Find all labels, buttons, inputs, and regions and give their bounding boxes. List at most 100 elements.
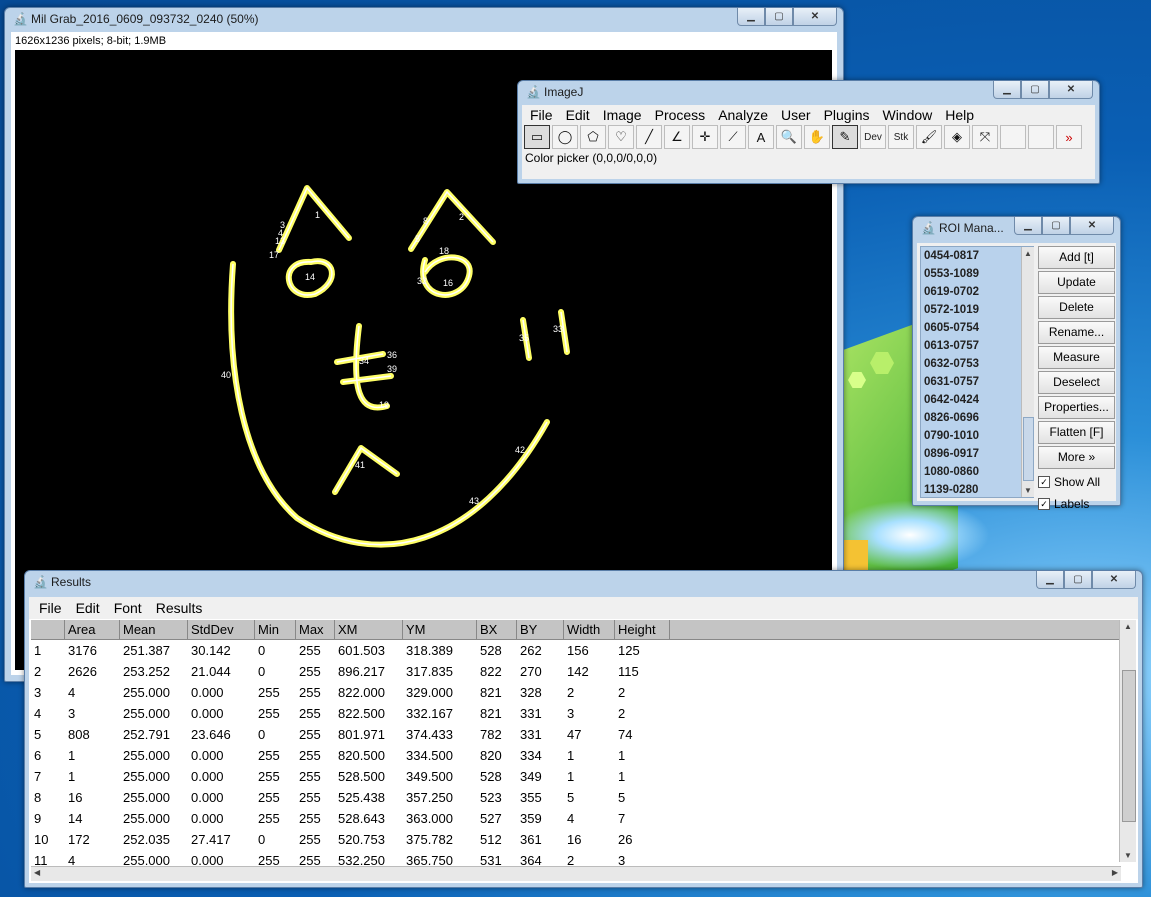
flood-fill-tool-icon[interactable]: ◈	[944, 125, 970, 149]
minimize-button[interactable]: ▁	[993, 81, 1021, 99]
table-row[interactable]: 7 1 255.000 0.000 255 255 528.500 349.500 528 349…	[31, 766, 1121, 787]
column-header[interactable]: XM	[335, 620, 403, 639]
labels-checkbox[interactable]: ✓ Labels	[1038, 493, 1115, 515]
line-tool-icon[interactable]: ╱	[636, 125, 662, 149]
table-row[interactable]: 8 16 255.000 0.000 255 255 525.438 357.250 523 35…	[31, 787, 1121, 808]
results-menu-file[interactable]: File	[39, 600, 62, 616]
flatten-button[interactable]: Flatten [F]	[1038, 421, 1115, 444]
table-row[interactable]: 6 1 255.000 0.000 255 255 820.500 334.500 820 334…	[31, 745, 1121, 766]
roi-list-item[interactable]: 0619-0702	[921, 283, 1033, 301]
more-tools-icon[interactable]: »	[1056, 125, 1082, 149]
roi-list-item[interactable]: 1080-0860	[921, 463, 1033, 481]
roi-manager-window[interactable]: 🔬 ROI Mana... ▁ ▢ ✕ 0454-0817 0553-1089 …	[912, 216, 1121, 511]
table-row[interactable]: 1 3176 251.387 30.142 0 255 601.503 318.389 528 2…	[31, 640, 1121, 661]
deselect-button[interactable]: Deselect	[1038, 371, 1115, 394]
column-header[interactable]: Width	[564, 620, 615, 639]
scroll-left-icon[interactable]: ◀	[34, 868, 40, 877]
magnifier-tool-icon[interactable]: 🔍	[776, 125, 802, 149]
freehand-tool-icon[interactable]: ♡	[608, 125, 634, 149]
menu-window[interactable]: Window	[882, 107, 932, 123]
point-tool-icon[interactable]: ✛	[692, 125, 718, 149]
show-all-checkbox[interactable]: ✓ Show All	[1038, 471, 1115, 493]
roi-list-item[interactable]: 0896-0917	[921, 445, 1033, 463]
column-header[interactable]: YM	[403, 620, 477, 639]
menu-help[interactable]: Help	[945, 107, 974, 123]
table-row[interactable]: 10 172 252.035 27.417 0 255 520.753 375.782 512 3…	[31, 829, 1121, 850]
maximize-button[interactable]: ▢	[1064, 571, 1092, 589]
menu-file[interactable]: File	[530, 107, 553, 123]
table-row[interactable]: 4 3 255.000 0.000 255 255 822.500 332.167 821 331…	[31, 703, 1121, 724]
column-header[interactable]: Max	[296, 620, 335, 639]
properties-button[interactable]: Properties...	[1038, 396, 1115, 419]
roi-list-item[interactable]: 0553-1089	[921, 265, 1033, 283]
menu-plugins[interactable]: Plugins	[824, 107, 870, 123]
roi-list-item[interactable]: 0605-0754	[921, 319, 1033, 337]
results-window[interactable]: 🔬 Results ▁ ▢ ✕ File Edit Font Results A…	[24, 570, 1143, 888]
menu-user[interactable]: User	[781, 107, 811, 123]
minimize-button[interactable]: ▁	[1036, 571, 1064, 589]
pipette-tool-icon[interactable]: ⤧	[972, 125, 998, 149]
checkmark-icon[interactable]: ✓	[1038, 498, 1050, 510]
close-button[interactable]: ✕	[793, 8, 837, 26]
results-menu-results[interactable]: Results	[156, 600, 203, 616]
close-button[interactable]: ✕	[1049, 81, 1093, 99]
roi-list[interactable]: 0454-0817 0553-1089 0619-0702 0572-1019 …	[920, 246, 1034, 498]
color-picker-tool-icon[interactable]: ✎	[832, 125, 858, 149]
column-header[interactable]: Height	[615, 620, 670, 639]
checkmark-icon[interactable]: ✓	[1038, 476, 1050, 488]
roi-list-item[interactable]: 0826-0696	[921, 409, 1033, 427]
table-row[interactable]: 5 808 252.791 23.646 0 255 801.971 374.433 782 33…	[31, 724, 1121, 745]
maximize-button[interactable]: ▢	[1042, 217, 1070, 235]
roi-list-item[interactable]: 0631-0757	[921, 373, 1033, 391]
measure-button[interactable]: Measure	[1038, 346, 1115, 369]
table-row[interactable]: 2 2626 253.252 21.044 0 255 896.217 317.835 822 2…	[31, 661, 1121, 682]
text-tool-icon[interactable]: A	[748, 125, 774, 149]
column-header[interactable]: StdDev	[188, 620, 255, 639]
minimize-button[interactable]: ▁	[1014, 217, 1042, 235]
update-button[interactable]: Update	[1038, 271, 1115, 294]
results-table[interactable]: Area Mean StdDev Min Max XM YM BX BY Wid…	[31, 620, 1121, 885]
column-header[interactable]: Min	[255, 620, 296, 639]
rectangle-tool-icon[interactable]: ▭	[524, 125, 550, 149]
close-button[interactable]: ✕	[1092, 571, 1136, 589]
scroll-up-icon[interactable]: ▲	[1124, 622, 1132, 631]
results-menu-font[interactable]: Font	[114, 600, 142, 616]
add-roi-button[interactable]: Add [t]	[1038, 246, 1115, 269]
results-vertical-scrollbar[interactable]: ▲ ▼	[1119, 620, 1136, 862]
results-scroll-thumb[interactable]	[1122, 670, 1136, 822]
angle-tool-icon[interactable]: ∠	[664, 125, 690, 149]
more-button[interactable]: More »	[1038, 446, 1115, 469]
roi-list-item[interactable]: 1139-0280	[921, 481, 1033, 499]
menu-analyze[interactable]: Analyze	[718, 107, 768, 123]
scroll-up-icon[interactable]: ▲	[1024, 249, 1032, 258]
menu-edit[interactable]: Edit	[566, 107, 590, 123]
roi-scroll-thumb[interactable]	[1023, 417, 1034, 481]
polygon-tool-icon[interactable]: ⬠	[580, 125, 606, 149]
table-row[interactable]: 9 14 255.000 0.000 255 255 528.643 363.000 527 35…	[31, 808, 1121, 829]
column-header[interactable]	[31, 620, 65, 639]
menu-image[interactable]: Image	[603, 107, 642, 123]
close-button[interactable]: ✕	[1070, 217, 1114, 235]
results-horizontal-scrollbar[interactable]: ◀ ▶	[31, 866, 1121, 881]
roi-list-item[interactable]: 0613-0757	[921, 337, 1033, 355]
roi-list-item[interactable]: 0632-0753	[921, 355, 1033, 373]
brush-tool-icon[interactable]: 🖌	[916, 125, 942, 149]
roi-list-item[interactable]: 0790-1010	[921, 427, 1033, 445]
maximize-button[interactable]: ▢	[1021, 81, 1049, 99]
dev-tool-button[interactable]: Dev	[860, 125, 886, 149]
scroll-right-icon[interactable]: ▶	[1112, 868, 1118, 877]
menu-process[interactable]: Process	[655, 107, 706, 123]
wand-tool-icon[interactable]: ⟋	[720, 125, 746, 149]
results-titlebar[interactable]: 🔬 Results	[25, 571, 1142, 593]
roi-list-item[interactable]: 0642-0424	[921, 391, 1033, 409]
column-header[interactable]: BY	[517, 620, 564, 639]
results-menu-edit[interactable]: Edit	[76, 600, 100, 616]
roi-list-item[interactable]: 0454-0817	[921, 247, 1033, 265]
stk-tool-button[interactable]: Stk	[888, 125, 914, 149]
empty-tool-slot[interactable]	[1028, 125, 1054, 149]
delete-button[interactable]: Delete	[1038, 296, 1115, 319]
minimize-button[interactable]: ▁	[737, 8, 765, 26]
maximize-button[interactable]: ▢	[765, 8, 793, 26]
scroll-down-icon[interactable]: ▼	[1124, 851, 1132, 860]
rename-button[interactable]: Rename...	[1038, 321, 1115, 344]
